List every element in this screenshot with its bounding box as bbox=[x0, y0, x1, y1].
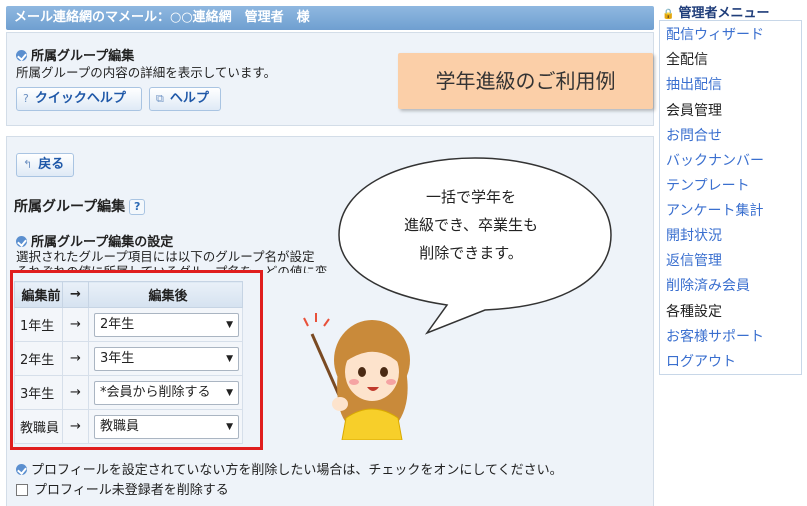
bubble-line: 削除できます。 bbox=[419, 244, 523, 262]
delete-unregistered-checkbox[interactable] bbox=[16, 484, 28, 496]
sidebar-item-reply-management[interactable]: 返信管理 bbox=[666, 250, 722, 270]
back-label: 戻る bbox=[38, 157, 65, 172]
sidebar-item-delivery-wizard[interactable]: 配信ウィザード bbox=[666, 24, 764, 44]
sidebar-item-logout[interactable]: ログアウト bbox=[666, 351, 736, 371]
sidebar-item-inquiries[interactable]: お問合せ bbox=[666, 125, 722, 145]
lock-icon: 🔒 bbox=[662, 9, 675, 20]
section-description: 所属グループの内容の詳細を表示しています。 bbox=[16, 65, 277, 80]
bubble-text: 一括で学年を 進級でき、卒業生も 削除できます。 bbox=[376, 183, 566, 267]
delete-note: プロフィールを設定されていない方を削除したい場合は、チェックをオンにしてください… bbox=[16, 459, 563, 478]
bubble-line: 進級でき、卒業生も bbox=[404, 216, 538, 234]
admin-menu-title-text: 管理者メニュー bbox=[678, 6, 770, 21]
sidebar-item-member-management: 会員管理 bbox=[666, 103, 722, 119]
quick-help-label: クイックヘルプ bbox=[34, 91, 126, 106]
sidebar-item-back-numbers[interactable]: バックナンバー bbox=[666, 150, 764, 170]
check-circle-icon bbox=[16, 50, 27, 61]
help-mark-button[interactable]: ? bbox=[129, 199, 146, 215]
admin-sidebar: 配信ウィザード 全配信 抽出配信 会員管理 お問合せ バックナンバー テンプレー… bbox=[659, 20, 802, 375]
delete-unregistered-option[interactable]: プロフィール未登録者を削除する bbox=[16, 479, 229, 498]
page-title-text: 所属グループ編集 bbox=[14, 199, 126, 215]
sidebar-item-templates[interactable]: テンプレート bbox=[666, 175, 750, 195]
question-icon: ? bbox=[23, 92, 29, 105]
admin-menu-title: 🔒 管理者メニュー bbox=[662, 2, 769, 21]
help-button[interactable]: ⧉ ヘルプ bbox=[149, 87, 221, 111]
sidebar-item-customer-support[interactable]: お客様サポート bbox=[666, 326, 764, 346]
sidebar-item-settings: 各種設定 bbox=[666, 304, 722, 320]
usage-example-callout: 学年進級のご利用例 bbox=[398, 53, 653, 109]
bubble-line: 一括で学年を bbox=[425, 188, 516, 206]
delete-note-text: プロフィールを設定されていない方を削除したい場合は、チェックをオンにしてください… bbox=[31, 463, 563, 478]
page-title: 所属グループ編集? bbox=[14, 196, 146, 216]
back-button[interactable]: ↰ 戻る bbox=[16, 153, 74, 177]
window-icon: ⧉ bbox=[156, 92, 164, 105]
sidebar-item-all-delivery: 全配信 bbox=[666, 52, 708, 68]
highlight-frame bbox=[10, 270, 263, 450]
sidebar-item-open-status[interactable]: 開封状況 bbox=[666, 225, 722, 245]
back-arrow-icon: ↰ bbox=[23, 158, 33, 171]
delete-unregistered-label: プロフィール未登録者を削除する bbox=[34, 483, 229, 498]
help-label: ヘルプ bbox=[169, 91, 209, 106]
sidebar-item-deleted-members[interactable]: 削除済み会員 bbox=[666, 275, 750, 295]
check-circle-icon bbox=[16, 464, 27, 475]
page-header: メール連絡網のマメール：○○連絡網 管理者 様 bbox=[6, 6, 654, 30]
quick-help-button[interactable]: ? クイックヘルプ bbox=[16, 87, 142, 111]
sidebar-item-filtered-delivery[interactable]: 抽出配信 bbox=[666, 74, 722, 94]
teacher-illustration bbox=[303, 313, 410, 440]
sidebar-item-survey-results[interactable]: アンケート集計 bbox=[666, 200, 763, 220]
